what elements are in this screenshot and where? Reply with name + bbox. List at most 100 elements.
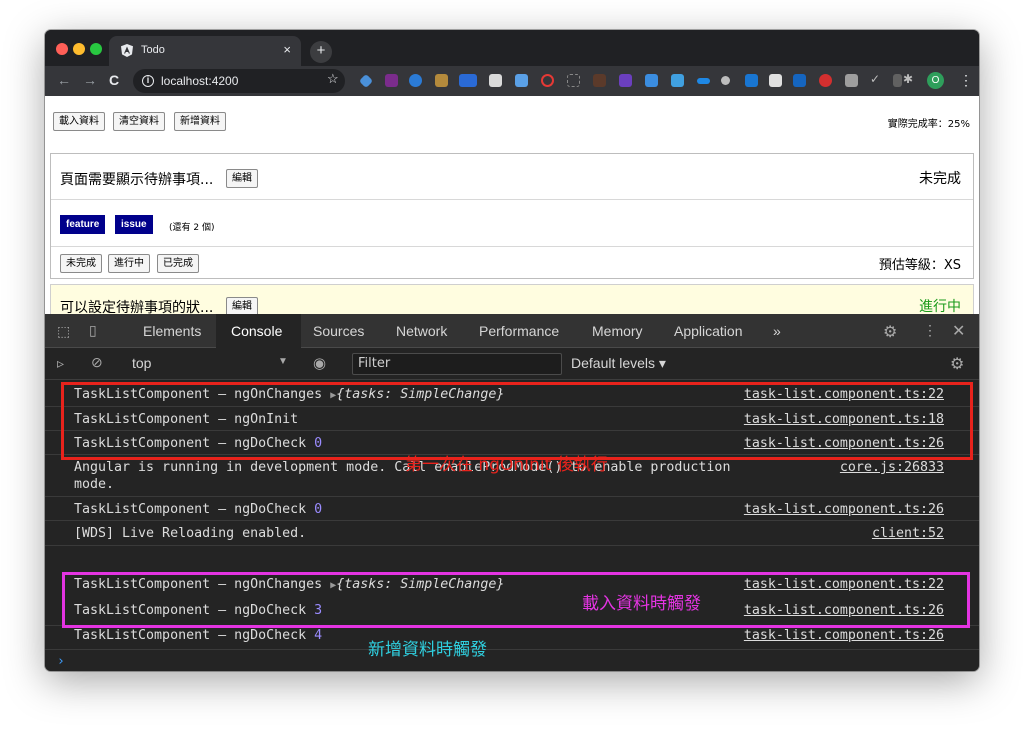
new-badge-extension-icon[interactable]: [459, 74, 477, 87]
extension-icon[interactable]: [515, 74, 528, 87]
extension-icon[interactable]: [435, 74, 448, 87]
close-devtools-icon[interactable]: ✕: [952, 321, 965, 341]
extension-icon[interactable]: [409, 74, 422, 87]
browser-tab-todo[interactable]: Todo ×: [109, 36, 301, 66]
console-row: [WDS] Live Reloading enabled. client:52: [45, 521, 979, 546]
devtools-panel: ⬚ ▯ Elements Console Sources Network Per…: [45, 314, 979, 671]
pink-highlight-box: [62, 572, 970, 628]
log-source-link[interactable]: task-list.component.ts:26: [744, 628, 944, 643]
devtools-tab-bar: ⬚ ▯ Elements Console Sources Network Per…: [45, 314, 979, 348]
clear-data-button[interactable]: 清空資料: [113, 112, 165, 131]
device-toolbar-icon[interactable]: ▯: [89, 322, 97, 339]
reload-icon[interactable]: C: [109, 72, 119, 88]
extension-icon[interactable]: [793, 74, 806, 87]
bookmark-star-icon[interactable]: ☆: [327, 71, 339, 87]
page-content: 載入資料 清空資料 新增資料 實際完成率：25% 頁面需要顯示待辦事項... 編…: [45, 96, 979, 314]
clear-console-icon[interactable]: ⊘: [91, 354, 103, 371]
cyan-annotation: 新增資料時觸發: [368, 640, 487, 660]
edit-button[interactable]: 編輯: [226, 169, 258, 188]
forward-icon[interactable]: →: [83, 72, 97, 88]
console-prompt[interactable]: ›: [57, 654, 65, 669]
adblock-extension-icon[interactable]: [819, 74, 832, 87]
minimize-window-button[interactable]: [73, 43, 85, 55]
estimate-size: 預估等級：XS: [878, 258, 961, 273]
task-card: 頁面需要顯示待辦事項... 編輯 未完成 feature issue (還有 2…: [50, 153, 974, 279]
site-info-icon[interactable]: i: [142, 75, 154, 87]
block-extension-icon[interactable]: [541, 74, 554, 87]
log-source-link[interactable]: task-list.component.ts:26: [744, 502, 944, 517]
tab-strip: Todo × +: [45, 30, 979, 66]
context-selector[interactable]: top: [132, 355, 151, 371]
inspect-element-icon[interactable]: ⬚: [57, 323, 70, 340]
address-bar[interactable]: i localhost:4200: [133, 69, 345, 93]
tab-sources[interactable]: Sources: [313, 323, 364, 339]
settings-gear-icon[interactable]: ⚙: [883, 322, 897, 342]
maximize-window-button[interactable]: [90, 43, 102, 55]
log-message: TaskListComponent – ngDoCheck 0: [74, 502, 323, 517]
log-source-link[interactable]: core.js:26833: [840, 460, 944, 475]
log-message: Angular is running in development mode. …: [74, 460, 731, 492]
tag-issue: issue: [115, 215, 153, 234]
edit-button[interactable]: 編輯: [226, 297, 258, 314]
onenote-extension-icon[interactable]: [385, 74, 398, 87]
console-settings-gear-icon[interactable]: ⚙: [950, 354, 964, 374]
log-levels-dropdown[interactable]: Default levels ▾: [571, 355, 666, 372]
extension-icon[interactable]: [489, 74, 502, 87]
extension-icon[interactable]: [769, 74, 782, 87]
back-icon[interactable]: ←: [57, 72, 71, 88]
new-tab-button[interactable]: +: [310, 41, 332, 63]
tab-network[interactable]: Network: [396, 323, 447, 339]
trello-extension-icon[interactable]: [745, 74, 758, 87]
set-in-progress-button[interactable]: 進行中: [108, 254, 150, 273]
filter-input[interactable]: Filter: [352, 353, 562, 375]
extension-icon[interactable]: [593, 74, 606, 87]
set-done-button[interactable]: 已完成: [157, 254, 199, 273]
task-status: 進行中: [919, 299, 961, 314]
profile-avatar[interactable]: O: [927, 72, 944, 89]
tab-close-icon[interactable]: ×: [283, 42, 291, 57]
add-data-button[interactable]: 新增資料: [174, 112, 226, 131]
puzzle-extensions-icon[interactable]: ✱: [903, 72, 913, 86]
extension-icon[interactable]: [358, 73, 374, 89]
chevron-down-icon[interactable]: ▼: [278, 356, 288, 367]
pink-annotation: 載入資料時觸發: [582, 594, 701, 614]
task-tags-row: feature issue (還有 2 個): [51, 200, 973, 247]
log-source-link[interactable]: client:52: [872, 526, 944, 541]
check-icon[interactable]: ✓: [870, 72, 880, 86]
more-tabs-icon[interactable]: »: [773, 323, 781, 339]
tab-console[interactable]: Console: [231, 323, 282, 339]
extension-icon[interactable]: [671, 74, 684, 87]
angular-icon: [121, 44, 133, 57]
log-message: TaskListComponent – ngDoCheck 4: [74, 628, 323, 643]
remaining-count: (還有 2 個): [169, 223, 215, 233]
console-row: TaskListComponent – ngDoCheck 0 task-lis…: [45, 497, 979, 521]
url-text: localhost:4200: [161, 74, 239, 88]
extension-icon[interactable]: [845, 74, 858, 87]
tab-elements[interactable]: Elements: [143, 323, 201, 339]
tab-performance[interactable]: Performance: [479, 323, 559, 339]
extension-icon[interactable]: [645, 74, 658, 87]
task-card: 可以設定待辦事項的狀... 編輯 進行中: [50, 284, 974, 314]
task-header: 頁面需要顯示待辦事項... 編輯 未完成: [51, 154, 973, 200]
console-row: TaskListComponent – ngDoCheck 4 task-lis…: [45, 626, 979, 650]
console-toolbar: ▹ ⊘ top ▼ ◉ Filter Default levels ▾ ⚙: [45, 348, 979, 380]
tab-application[interactable]: Application: [674, 323, 743, 339]
task-title: 可以設定待辦事項的狀...: [60, 300, 214, 314]
extension-icon[interactable]: [893, 74, 902, 87]
tag-feature: feature: [60, 215, 106, 234]
browser-window: Todo × + ← → C i localhost:4200 ☆ ✓ ✱ O …: [45, 30, 979, 671]
tab-memory[interactable]: Memory: [592, 323, 643, 339]
red-highlight-box: [61, 382, 973, 460]
extension-icon[interactable]: [619, 74, 632, 87]
extension-icon[interactable]: [721, 76, 730, 85]
task-status: 未完成: [919, 171, 961, 187]
devtools-menu-icon[interactable]: ⋮: [923, 322, 937, 339]
extension-icon[interactable]: [567, 74, 580, 87]
sidebar-toggle-icon[interactable]: ▹: [57, 355, 64, 372]
load-data-button[interactable]: 載入資料: [53, 112, 105, 131]
close-window-button[interactable]: [56, 43, 68, 55]
set-not-done-button[interactable]: 未完成: [60, 254, 102, 273]
extension-icon[interactable]: [697, 78, 710, 84]
browser-menu-icon[interactable]: ⋮: [959, 72, 973, 89]
eye-icon[interactable]: ◉: [313, 354, 326, 372]
